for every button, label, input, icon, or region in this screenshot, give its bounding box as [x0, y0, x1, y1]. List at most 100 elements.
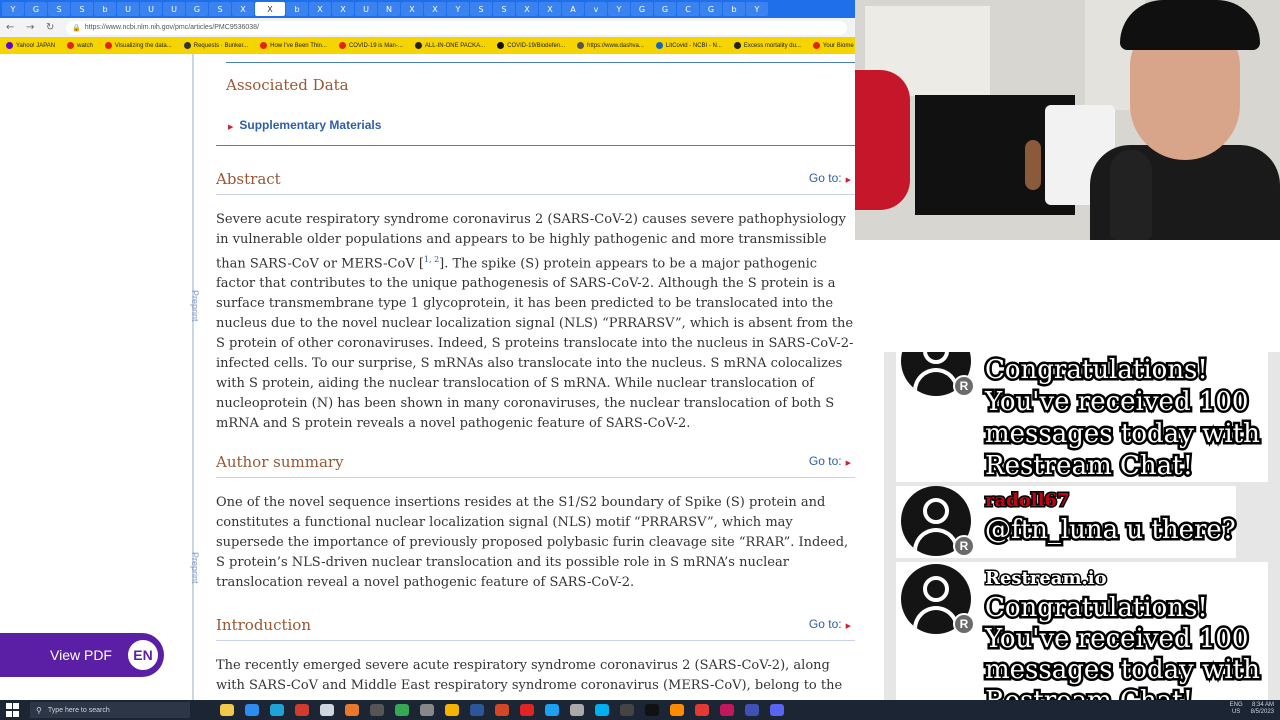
browser-tab[interactable]: X [539, 2, 561, 16]
browser-tab[interactable]: G [700, 2, 722, 16]
acrobat-icon[interactable] [520, 704, 534, 716]
back-arrow-icon[interactable]: ← [6, 22, 20, 33]
browser-tab[interactable]: Y [746, 2, 768, 16]
bookmark-item[interactable]: https://www.dashva... [577, 42, 644, 49]
chat-message-line: You've received 100 [982, 385, 1250, 420]
app-icon[interactable] [645, 704, 659, 716]
skype-icon[interactable] [595, 704, 609, 716]
firefox-icon[interactable] [345, 704, 359, 716]
chat-username: radoll67 [983, 489, 1070, 513]
windows-start-icon[interactable] [6, 703, 22, 717]
obs-icon[interactable] [370, 704, 384, 716]
forward-arrow-icon[interactable]: → [26, 22, 40, 33]
word-icon[interactable] [470, 704, 484, 716]
language-badge[interactable]: EN [125, 637, 161, 673]
browser-tab[interactable]: b [94, 2, 116, 16]
bookmark-label: ALL-IN-ONE PACKA... [424, 42, 486, 49]
browser-tab[interactable]: A [562, 2, 584, 16]
view-pdf-button[interactable]: View PDF EN [0, 633, 164, 677]
browser-tab[interactable]: G [25, 2, 47, 16]
browser-tab[interactable]: U [355, 2, 377, 16]
bookmark-item[interactable]: How I've Been Thin... [260, 42, 327, 49]
browser-tab[interactable]: X [309, 2, 331, 16]
browser-tab[interactable]: S [48, 2, 70, 16]
bookmark-item[interactable]: LitCovid - NCBI - N... [655, 42, 722, 49]
triangle-right-icon: ▶ [845, 177, 851, 184]
bookmark-item[interactable]: Yahoo! JAPAN [6, 42, 55, 49]
language-indicator[interactable]: ENG US [1230, 702, 1243, 716]
powerpoint-icon[interactable] [495, 704, 509, 716]
mail-icon[interactable] [245, 704, 259, 716]
browser-tab[interactable]: X [255, 2, 285, 16]
bookmark-label: COVID-19/Biodefen... [507, 42, 566, 49]
app-icon[interactable] [695, 704, 709, 716]
browser-tab[interactable]: b [286, 2, 308, 16]
goto-label: Go to: [808, 617, 842, 631]
app-icon[interactable] [570, 704, 584, 716]
browser-tab[interactable]: S [470, 2, 492, 16]
calculator-icon[interactable] [320, 704, 334, 716]
browser-tab[interactable]: G [631, 2, 653, 16]
goto-link[interactable]: Go to: ▶ [809, 454, 851, 468]
app-icon[interactable] [670, 704, 684, 716]
microphone-icon [1110, 150, 1152, 240]
abstract-text: Severe acute respiratory syndrome corona… [216, 210, 855, 434]
browser-tab[interactable]: U [117, 2, 139, 16]
chrome-icon[interactable] [395, 704, 409, 716]
browser-tab[interactable]: S [71, 2, 93, 16]
browser-tab[interactable]: X [516, 2, 538, 16]
browser-tab[interactable]: v [585, 2, 607, 16]
triangle-right-icon: ▶ [228, 124, 234, 131]
browser-tab[interactable]: S [209, 2, 231, 16]
app-icon[interactable] [745, 704, 759, 716]
reference-link[interactable]: 1, 2 [424, 255, 439, 264]
address-bar[interactable]: 🔒 https://www.ncbi.nlm.nih.gov/pmc/artic… [66, 20, 847, 35]
app-icon[interactable] [620, 704, 634, 716]
bookmark-label: Excess mortality du... [743, 42, 801, 49]
browser-tab[interactable]: N [378, 2, 400, 16]
opera-icon[interactable] [295, 704, 309, 716]
chat-message-line: @ftn_luna u there? [983, 513, 1239, 548]
taskbar-search[interactable]: ⚲ Type here to search [30, 702, 190, 718]
browser-tab[interactable]: Y [2, 2, 24, 16]
associated-data-heading: Associated Data [226, 76, 349, 94]
browser-tab[interactable]: C [677, 2, 699, 16]
bookmark-item[interactable]: Requests · Bunker... [183, 42, 248, 49]
view-pdf-label: View PDF [50, 647, 112, 663]
bookmark-item[interactable]: Your Biome [812, 42, 854, 49]
browser-tab[interactable]: G [186, 2, 208, 16]
app-icon[interactable] [445, 704, 459, 716]
browser-tab[interactable]: G [654, 2, 676, 16]
browser-tab[interactable]: b [723, 2, 745, 16]
browser-tab[interactable]: X [232, 2, 254, 16]
file-explorer-icon[interactable] [220, 704, 234, 716]
reload-icon[interactable]: ↻ [46, 22, 60, 33]
taskbar-clock[interactable]: 8:34 AM 8/5/2023 [1251, 702, 1274, 716]
edge-icon[interactable] [270, 704, 284, 716]
browser-tab[interactable]: Y [608, 2, 630, 16]
bookmark-item[interactable]: Excess mortality du... [733, 42, 801, 49]
bookmark-item[interactable]: COVID-19/Biodefen... [497, 42, 565, 49]
goto-link[interactable]: Go to: ▶ [809, 171, 851, 185]
goto-link[interactable]: Go to: ▶ [809, 617, 851, 631]
browser-tab[interactable]: X [401, 2, 423, 16]
bookmark-item[interactable]: ALL-IN-ONE PACKA... [414, 42, 486, 49]
browser-tab[interactable]: Y [447, 2, 469, 16]
browser-tab[interactable]: X [424, 2, 446, 16]
restream-badge-icon: R [953, 535, 975, 557]
section-divider [216, 477, 855, 478]
bookmark-item[interactable]: watch [67, 42, 93, 49]
browser-tab[interactable]: X [332, 2, 354, 16]
settings-gear-icon[interactable] [420, 704, 434, 716]
bookmark-favicon-icon [260, 42, 268, 49]
supplementary-materials-link[interactable]: ▶ Supplementary Materials [228, 118, 381, 132]
browser-tab[interactable]: U [140, 2, 162, 16]
bookmark-item[interactable]: Visualizing the data... [104, 42, 172, 49]
app-icon[interactable] [720, 704, 734, 716]
discord-icon[interactable] [770, 704, 784, 716]
browser-tab[interactable]: U [163, 2, 185, 16]
clock-time: 8:34 AM [1251, 702, 1274, 708]
app-icon[interactable] [545, 704, 559, 716]
bookmark-item[interactable]: COVID-19 is Man-... [338, 42, 403, 49]
browser-tab[interactable]: S [493, 2, 515, 16]
